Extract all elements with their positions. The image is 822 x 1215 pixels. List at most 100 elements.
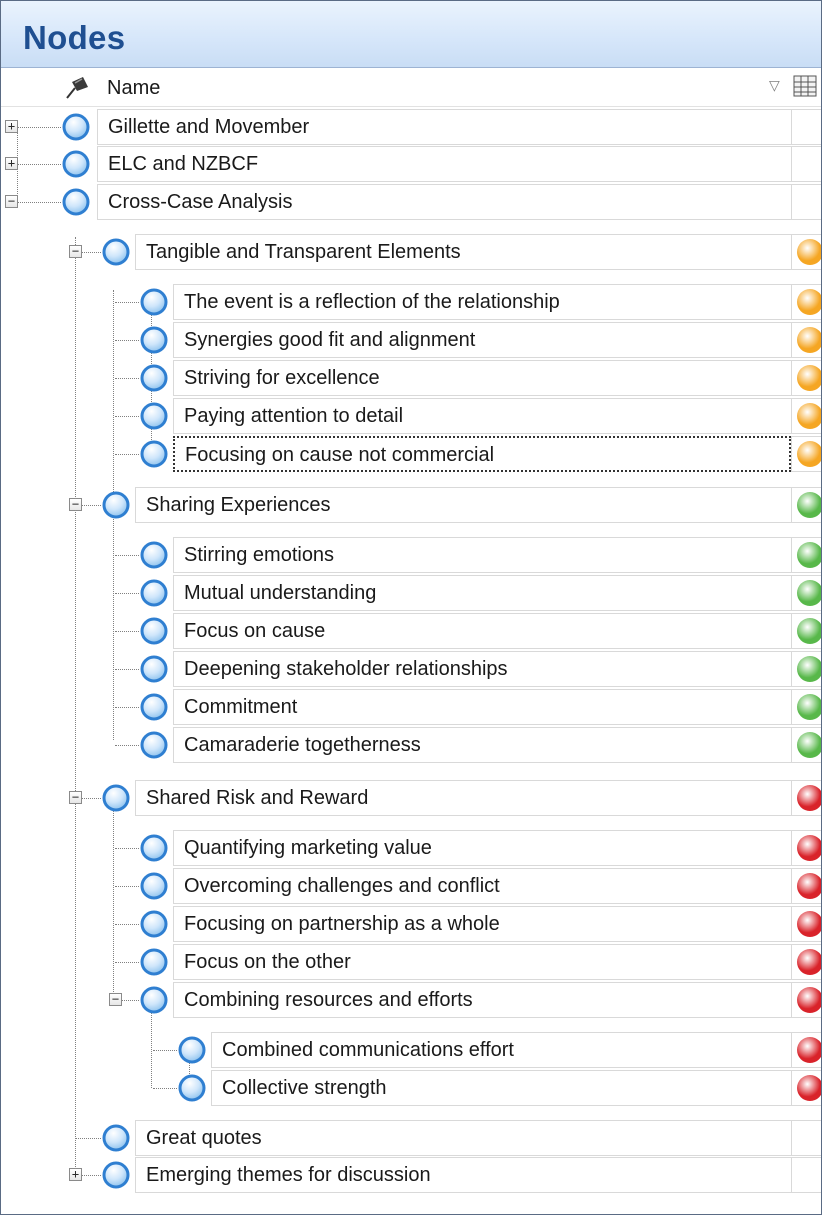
color-cell[interactable] [791,284,821,320]
node-label: Paying attention to detail [184,405,404,427]
collapse-icon[interactable]: − [69,244,82,258]
tree-node-row[interactable]: The event is a reflection of the relatio… [173,284,791,320]
color-cell[interactable] [791,1157,821,1193]
tree-connector [115,555,139,556]
red-color-marker-icon [797,835,821,861]
node-label: Commitment [184,696,298,718]
tree-node-row[interactable]: Paying attention to detail [173,398,791,434]
node-label: Great quotes [146,1127,262,1149]
color-cell[interactable] [791,944,821,980]
color-cell[interactable] [791,487,821,523]
tree-node-row[interactable]: Shared Risk and Reward [135,780,791,816]
red-color-marker-icon [797,911,821,937]
color-cell[interactable] [791,184,821,220]
collapse-icon[interactable]: − [69,497,82,511]
color-cell[interactable] [791,689,821,725]
color-cell[interactable] [791,1070,821,1106]
node-label: Synergies good fit and alignment [184,329,476,351]
node-icon [139,871,169,901]
color-cell[interactable] [791,537,821,573]
node-icon [139,692,169,722]
tree-node-row[interactable]: Deepening stakeholder relationships [173,651,791,687]
color-cell[interactable] [791,109,821,145]
tree-node-row[interactable]: ELC and NZBCF [97,146,791,182]
column-chooser-icon[interactable] [793,75,817,102]
color-cell[interactable] [791,727,821,763]
tree-node-row[interactable]: Synergies good fit and alignment [173,322,791,358]
node-icon [101,783,131,813]
color-cell[interactable] [791,234,821,270]
expander-glyph: − [71,497,80,511]
collapse-icon[interactable]: − [109,992,122,1006]
node-label: Focus on cause [184,620,326,642]
tree-connector [115,848,139,849]
node-label: Gillette and Movember [108,116,310,138]
tree-node-row[interactable]: Camaraderie togetherness [173,727,791,763]
node-label: Collective strength [222,1077,387,1099]
tree-node-row[interactable]: Great quotes [135,1120,791,1156]
tree-connector [115,416,139,417]
expander-glyph: + [7,156,16,170]
node-label: Cross-Case Analysis [108,191,293,213]
tree-node-row[interactable]: Focus on the other [173,944,791,980]
node-label: Stirring emotions [184,544,335,566]
node-icon [139,540,169,570]
color-cell[interactable] [791,398,821,434]
color-cell[interactable] [791,651,821,687]
tree-connector [115,631,139,632]
tree-node-row[interactable]: Gillette and Movember [97,109,791,145]
color-cell[interactable] [791,322,821,358]
collapse-icon[interactable]: − [5,194,18,208]
color-cell[interactable] [791,436,821,472]
tree-node-row[interactable]: Overcoming challenges and conflict [173,868,791,904]
collapse-icon[interactable]: − [69,790,82,804]
column-header-name[interactable]: Name [107,77,160,100]
color-cell[interactable] [791,146,821,182]
tree-node-row[interactable]: Combining resources and efforts [173,982,791,1018]
tree-node-row[interactable]: Emerging themes for discussion [135,1157,791,1193]
color-cell[interactable] [791,906,821,942]
tree-node-row[interactable]: Collective strength [211,1070,791,1106]
tree-connector [115,962,139,963]
node-icon [139,616,169,646]
tree-node-row[interactable]: Focusing on cause not commercial [173,436,791,472]
pin-icon[interactable] [63,74,91,105]
color-cell[interactable] [791,780,821,816]
color-cell[interactable] [791,575,821,611]
expander-glyph: + [7,119,16,133]
color-cell[interactable] [791,613,821,649]
node-label: Focusing on cause not commercial [185,444,495,466]
tree-connector [17,202,61,203]
tree-node-row[interactable]: Stirring emotions [173,537,791,573]
sort-triangle-icon[interactable]: ▽ [769,77,780,94]
node-icon [101,1160,131,1190]
panel-title: Nodes [23,19,126,56]
tree-node-row[interactable]: Sharing Experiences [135,487,791,523]
tree-node-row[interactable]: Commitment [173,689,791,725]
tree-node-row[interactable]: Mutual understanding [173,575,791,611]
color-cell[interactable] [791,830,821,866]
node-label: ELC and NZBCF [108,153,259,175]
expand-icon[interactable]: + [5,156,18,170]
color-cell[interactable] [791,982,821,1018]
color-cell[interactable] [791,1032,821,1068]
tree-node-row[interactable]: Tangible and Transparent Elements [135,234,791,270]
tree-connector [115,302,139,303]
color-cell[interactable] [791,868,821,904]
tree-node-row[interactable]: Focus on cause [173,613,791,649]
tree-node-row[interactable]: Quantifying marketing value [173,830,791,866]
node-icon [139,325,169,355]
node-icon [101,1123,131,1153]
tree-node-row[interactable]: Combined communications effort [211,1032,791,1068]
node-icon [139,909,169,939]
tree-connector [153,1088,177,1089]
color-cell[interactable] [791,1120,821,1156]
red-color-marker-icon [797,949,821,975]
expand-icon[interactable]: + [69,1167,82,1181]
tree-node-row[interactable]: Cross-Case Analysis [97,184,791,220]
color-cell[interactable] [791,360,821,396]
tree-connector [75,1138,101,1139]
tree-node-row[interactable]: Focusing on partnership as a whole [173,906,791,942]
expand-icon[interactable]: + [5,119,18,133]
tree-node-row[interactable]: Striving for excellence [173,360,791,396]
